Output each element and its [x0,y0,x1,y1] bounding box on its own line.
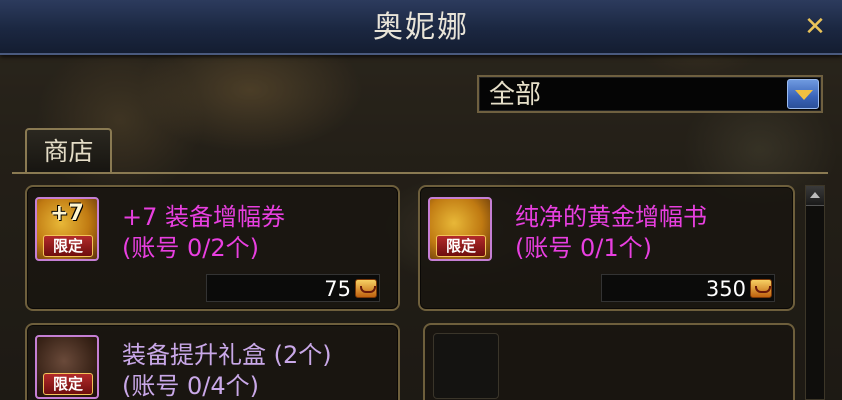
item-icon-label: +7 [50,201,84,226]
limited-badge: 限定 [43,235,93,257]
scroll-up-icon[interactable] [806,186,824,206]
currency-icon [750,279,772,298]
window-title: 奥妮娜 [373,10,469,45]
price-box: 75 [206,274,380,302]
item-icon-enhance-ticket: +7 限定 [35,197,99,261]
item-purchase-limit: (账号 0/1个) [515,234,652,262]
shop-item-card[interactable]: +7 限定 +7 装备增幅券 (账号 0/2个) 75 [25,185,400,311]
item-list-scrollbar[interactable] [805,185,825,400]
item-price: 75 [324,277,351,301]
limited-badge: 限定 [43,373,93,395]
item-purchase-limit: (账号 0/4个) [122,372,259,400]
item-price: 350 [705,277,746,301]
tab-shop[interactable]: 商店 [25,128,112,174]
currency-icon [355,279,377,298]
item-purchase-limit: (账号 0/2个) [122,234,259,262]
price-box: 350 [601,274,775,302]
chevron-down-icon[interactable] [787,79,819,109]
item-icon-gift-box: 限定 [35,335,99,399]
title-bar: 奥妮娜 ✕ [0,0,842,55]
shop-item-card[interactable]: 限定 纯净的黄金增幅书 (账号 0/1个) 350 [418,185,795,311]
shop-item-card[interactable]: 限定 装备提升礼盒 (2个) (账号 0/4个) [25,323,400,400]
empty-item-slot [423,323,795,400]
close-button[interactable]: ✕ [800,13,830,43]
limited-badge: 限定 [436,235,486,257]
item-name: +7 装备增幅券 [122,203,286,231]
category-select[interactable]: 全部 [477,75,823,113]
item-name: 纯净的黄金增幅书 [515,203,707,231]
item-name: 装备提升礼盒 (2个) [122,341,332,369]
category-select-value: 全部 [489,80,542,110]
item-icon-golden-book: 限定 [428,197,492,261]
